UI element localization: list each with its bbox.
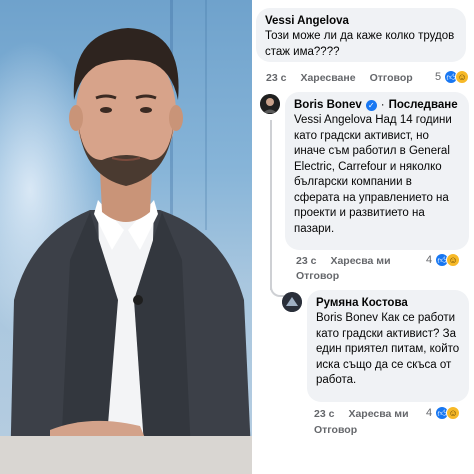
comments-panel: Vessi Angelova Този може ли да каже колк… — [252, 0, 474, 474]
thread-connector — [270, 285, 284, 297]
reply-button[interactable]: Отговор — [370, 72, 413, 84]
comment-author[interactable]: Vessi Angelova — [265, 14, 457, 29]
reaction-summary[interactable]: 4 👍︎ ☺ — [426, 406, 461, 420]
thread-line — [270, 120, 272, 290]
separator: · — [380, 99, 385, 111]
reply-button[interactable]: Отговор — [296, 270, 339, 282]
comment-time[interactable]: 23 с — [296, 255, 316, 267]
person-figure — [10, 28, 252, 474]
comment-bubble: Румяна Костова Boris Bonev Как се работи… — [307, 290, 469, 402]
avatar-image — [260, 94, 280, 114]
avatar[interactable] — [260, 94, 280, 114]
haha-icon: ☺ — [446, 406, 461, 420]
reaction-count: 4 — [426, 407, 433, 419]
comment-actions: 23 с Харесва ми — [314, 408, 409, 420]
comment-actions-row2: Отговор — [314, 424, 357, 436]
comment-bubble: Boris Bonev ✓ · Последване Vessi Angelov… — [285, 92, 469, 250]
like-button[interactable]: Харесване — [300, 72, 355, 84]
comment-body: Vessi Angelova Над 14 години като градск… — [294, 113, 460, 237]
follow-button[interactable]: Последване — [389, 98, 458, 113]
comment-header: Boris Bonev ✓ · Последване — [294, 98, 460, 113]
comment-author[interactable]: Boris Bonev — [294, 98, 362, 113]
comment-body: Boris Bonev Как се работи като градски а… — [316, 311, 460, 389]
reaction-count: 4 — [426, 254, 433, 266]
like-button[interactable]: Харесва ми — [348, 408, 408, 420]
comment-time[interactable]: 23 с — [314, 408, 334, 420]
comment-author[interactable]: Румяна Костова — [316, 296, 460, 311]
haha-icon: ☺ — [446, 253, 461, 267]
verified-badge-icon: ✓ — [365, 100, 377, 111]
news-photo — [0, 0, 252, 474]
avatar-image — [282, 292, 302, 312]
comment-actions: 23 с Харесване Отговор — [266, 72, 413, 84]
reaction-summary[interactable]: 4 👍︎ ☺ — [426, 253, 461, 267]
haha-icon: ☺ — [455, 70, 470, 84]
like-button[interactable]: Харесва ми — [330, 255, 390, 267]
comment-actions-row2: Отговор — [296, 270, 339, 282]
reply-button[interactable]: Отговор — [314, 424, 357, 436]
avatar[interactable] — [282, 292, 302, 312]
comment-bubble: Vessi Angelova Този може ли да каже колк… — [256, 8, 466, 62]
comment-text: Този може ли да каже колко трудов стаж и… — [265, 30, 455, 58]
comment-time[interactable]: 23 с — [266, 72, 286, 84]
mention-link[interactable]: Boris Bonev — [316, 312, 378, 324]
reaction-count: 5 — [435, 71, 442, 83]
mention-link[interactable]: Vessi Angelova — [294, 114, 372, 126]
comment-actions: 23 с Харесва ми — [296, 255, 391, 267]
reaction-summary[interactable]: 5 👍︎ ☺ — [435, 70, 470, 84]
comment-text: Над 14 години като градски активист, но … — [294, 114, 452, 235]
desk — [0, 436, 252, 474]
